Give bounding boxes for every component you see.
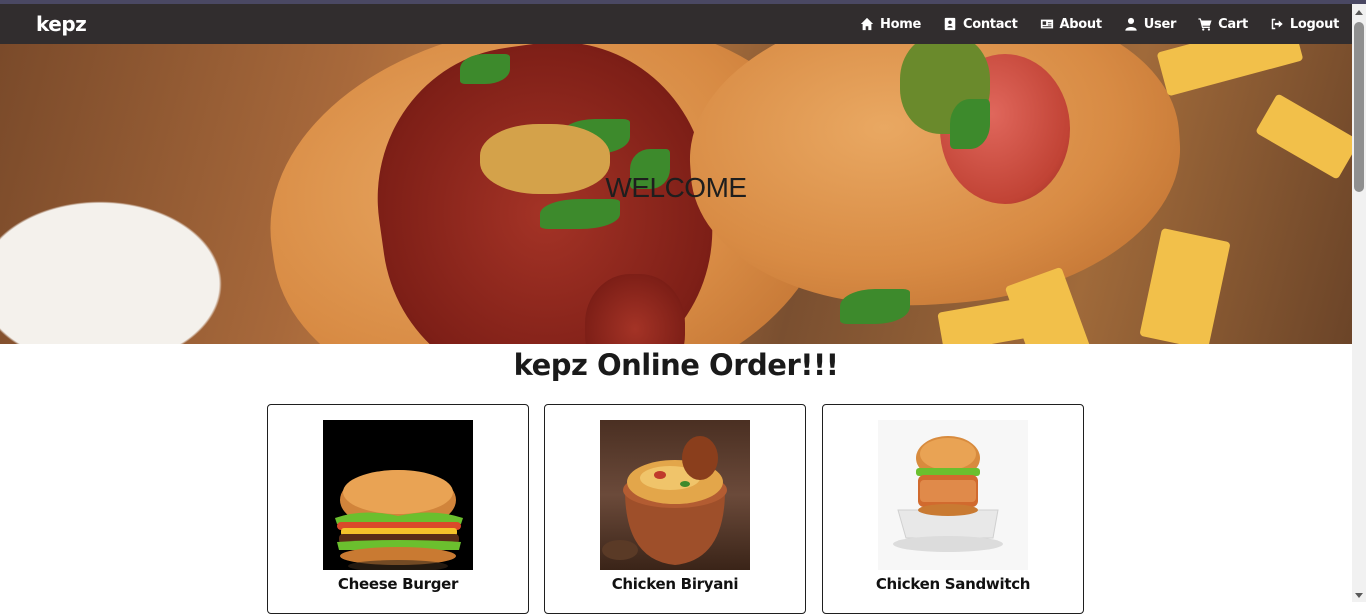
vertical-scrollbar[interactable] xyxy=(1352,4,1366,602)
nav-cart-label: Cart xyxy=(1218,16,1248,32)
nav-home-label: Home xyxy=(879,16,921,32)
product-card-cheese-burger[interactable]: Cheese Burger xyxy=(267,404,529,614)
chicken-sandwich-image[interactable] xyxy=(878,420,1028,570)
nav-logout[interactable]: Logout xyxy=(1270,17,1339,32)
herb-garnish xyxy=(950,99,990,149)
burger-graphic xyxy=(335,470,463,570)
product-name: Cheese Burger xyxy=(337,575,459,593)
nav-home[interactable]: Home xyxy=(860,17,921,32)
contact-card-icon xyxy=(944,17,956,31)
nav-logout-label: Logout xyxy=(1289,16,1339,32)
logout-icon xyxy=(1271,18,1283,30)
navbar: kepz Home Contact About User Cart Logout xyxy=(0,4,1352,44)
nav-cart[interactable]: Cart xyxy=(1198,17,1248,32)
biryani-graphic xyxy=(602,436,727,565)
nav-about-label: About xyxy=(1059,16,1103,32)
fries-piece xyxy=(1156,44,1304,97)
hero-title: WELCOME xyxy=(605,172,747,203)
user-icon xyxy=(1125,17,1137,31)
hero-banner: WELCOME xyxy=(0,44,1352,344)
home-icon xyxy=(860,17,874,31)
fries-piece xyxy=(1255,93,1352,180)
sandwich-graphic xyxy=(893,436,1003,552)
scrollbar-thumb[interactable] xyxy=(1354,22,1364,192)
scroll-up-arrow-icon[interactable] xyxy=(1355,10,1363,15)
nav-contact[interactable]: Contact xyxy=(943,17,1018,32)
nav-links: Home Contact About User Cart Logout xyxy=(838,17,1339,32)
product-card-chicken-sandwich[interactable]: Chicken Sandwitch xyxy=(822,404,1084,614)
page-heading: kepz Online Order!!! xyxy=(513,348,839,382)
cart-icon xyxy=(1198,18,1212,31)
product-name: Chicken Sandwitch xyxy=(875,575,1031,593)
nav-about[interactable]: About xyxy=(1040,17,1102,32)
nav-user[interactable]: User xyxy=(1124,17,1176,32)
cheese-burger-image[interactable] xyxy=(323,420,473,570)
scroll-down-arrow-icon[interactable] xyxy=(1355,593,1363,598)
fries-piece xyxy=(1139,227,1231,344)
product-card-chicken-biryani[interactable]: Chicken Biryani xyxy=(544,404,806,614)
product-name: Chicken Biryani xyxy=(611,575,739,593)
id-card-icon xyxy=(1040,19,1053,29)
chicken-biryani-image[interactable] xyxy=(600,420,750,570)
herb-garnish xyxy=(840,289,910,324)
nav-contact-label: Contact xyxy=(962,16,1018,32)
brand-logo[interactable]: kepz xyxy=(36,12,87,36)
nav-user-label: User xyxy=(1143,16,1177,32)
herb-garnish xyxy=(460,54,510,84)
